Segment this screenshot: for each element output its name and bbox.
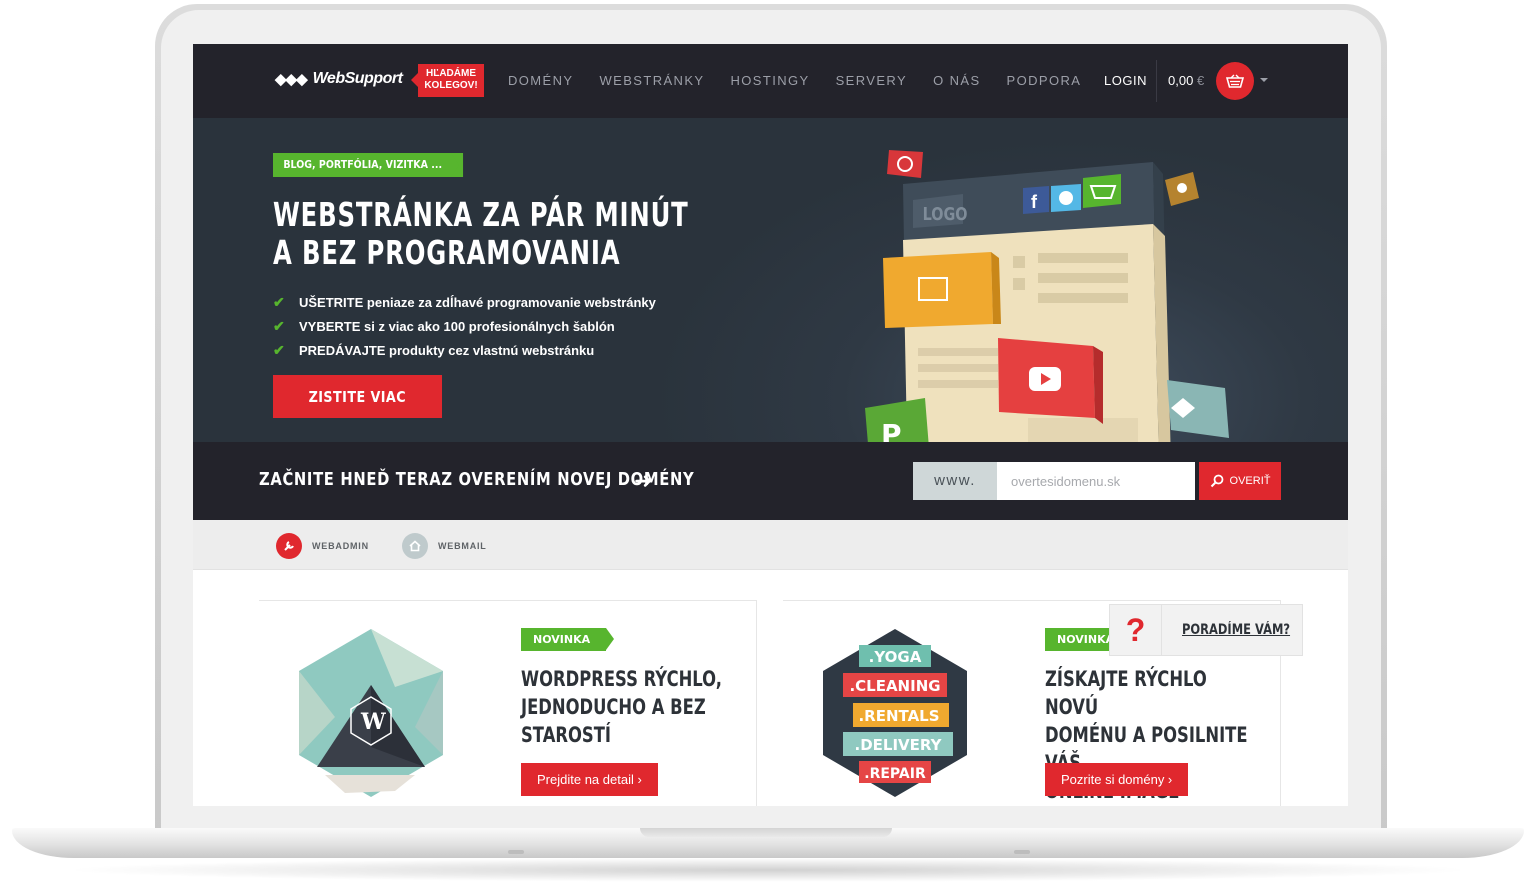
domains-button[interactable]: Pozrite si domény › — [1045, 763, 1189, 796]
twitter-icon — [1059, 191, 1073, 205]
benefit-text: VYBERTE si z viac ako 100 profesionálnyc… — [299, 318, 615, 334]
websupport-logo[interactable]: ◆◆◆ WebSupport — [275, 70, 403, 88]
learn-more-label: ZISTITE VIAC — [308, 387, 407, 406]
laptop-notch — [640, 828, 892, 837]
www-prefix: www. — [913, 462, 1005, 500]
basket-icon — [1226, 74, 1244, 88]
learn-more-button[interactable]: ZISTITE VIAC — [273, 375, 442, 418]
illustration-logo-text: LOGO — [923, 203, 968, 224]
tld-label: .DELIVERY — [855, 736, 943, 754]
wrench-icon — [276, 533, 302, 559]
hiring-badge-line1: HĽADÁME — [426, 68, 476, 79]
laptop-foot — [1014, 850, 1030, 854]
hero-tag-arrow — [451, 153, 459, 177]
question-mark-icon: ? — [1110, 605, 1162, 655]
laptop-foot — [508, 850, 524, 854]
domain-search-cta: ZAČNITE HNEĎ TERAZ OVERENÍM NOVEJ DOMÉNY — [259, 469, 695, 490]
header-divider — [1156, 60, 1157, 102]
wordpress-icon: W — [360, 709, 386, 735]
new-badge: NOVINKA — [521, 628, 615, 651]
nav-podpora[interactable]: PODPORA — [1007, 73, 1082, 88]
tld-label: .YOGA — [869, 648, 922, 666]
nav-o-nas[interactable]: O NÁS — [933, 73, 980, 88]
hero-tag: BLOG, PORTFÓLIA, VIZITKA ... — [273, 153, 463, 177]
webmail-link[interactable]: WEBMAIL — [402, 533, 487, 559]
quick-links-bar: WEBADMIN WEBMAIL — [193, 520, 1348, 570]
domain-tlds-hexagon-illustration: .YOGA .CLEANING .RENTALS .DELIVERY .REPA… — [823, 629, 967, 797]
wordpress-card: W NOVINKA WORDPRESS RÝCHLO, JEDNODUCHO A… — [259, 600, 757, 806]
facebook-icon: f — [1031, 192, 1038, 212]
cart-currency: € — [1196, 73, 1205, 88]
nav-hostingy[interactable]: HOSTINGY — [730, 73, 809, 88]
benefit-item: ✔ UŠETRITE peniaze za zdĺhavé programovan… — [273, 290, 656, 314]
screen: ◆◆◆ WebSupport HĽADÁME KOLEGOV! DOMÉNY W… — [193, 44, 1348, 806]
wordpress-hexagon-illustration: W — [299, 629, 443, 797]
card-title-line: ZÍSKAJTE RÝCHLO NOVÚ — [1045, 667, 1207, 719]
search-icon — [1210, 474, 1223, 488]
benefit-item: ✔ VYBERTE si z viac ako 100 profesionálny… — [273, 314, 656, 338]
logo-text: WebSupport — [312, 70, 403, 87]
top-header: ◆◆◆ WebSupport HĽADÁME KOLEGOV! DOMÉNY W… — [193, 44, 1348, 118]
verify-domain-button[interactable]: OVERIŤ — [1199, 462, 1281, 500]
login-link[interactable]: LOGIN — [1104, 73, 1147, 88]
cart-total: 0,00 € — [1168, 73, 1204, 88]
location-pin-icon — [1177, 183, 1187, 193]
nav-servery[interactable]: SERVERY — [836, 73, 907, 88]
tld-label: .REPAIR — [864, 766, 926, 782]
card-title-line: WORDPRESS RÝCHLO, — [521, 667, 722, 691]
hero-title-line1: WEBSTRÁNKA ZA PÁR MINÚT — [273, 195, 689, 234]
hero-benefits-list: ✔ UŠETRITE peniaze za zdĺhavé programovan… — [273, 290, 656, 362]
benefit-text: UŠETRITE peniaze za zdĺhavé programovani… — [299, 294, 656, 310]
verify-label: OVERIŤ — [1229, 475, 1271, 487]
help-widget[interactable]: ? PORADÍME VÁM? — [1109, 604, 1303, 656]
domain-search-input[interactable] — [997, 462, 1195, 500]
hero-title-line2: A BEZ PROGRAMOVANIA — [273, 233, 621, 272]
cart-dropdown-caret-icon[interactable] — [1260, 78, 1268, 82]
webadmin-link[interactable]: WEBADMIN — [276, 533, 369, 559]
card-title-line: JEDNODUCHO A BEZ — [521, 695, 706, 719]
arrow-right-icon: ➜ — [634, 468, 653, 493]
domain-search-bar: ZAČNITE HNEĎ TERAZ OVERENÍM NOVEJ DOMÉNY… — [193, 442, 1348, 520]
benefit-item: ✔ PREDÁVAJTE produkty cez vlastnú webstrá… — [273, 338, 656, 362]
nav-domeny[interactable]: DOMÉNY — [508, 73, 573, 88]
benefit-text: PREDÁVAJTE produkty cez vlastnú webstrán… — [299, 342, 595, 358]
checkmark-icon: ✔ — [273, 341, 285, 358]
logo-mark-icon: ◆◆◆ — [275, 71, 308, 88]
webmail-label: WEBMAIL — [438, 541, 487, 551]
webadmin-label: WEBADMIN — [312, 541, 369, 551]
hiring-badge-line2: KOLEGOV! — [424, 80, 478, 91]
tld-label: .CLEANING — [849, 677, 940, 695]
cart-button[interactable] — [1216, 62, 1254, 100]
main-nav: DOMÉNY WEBSTRÁNKY HOSTINGY SERVERY O NÁS… — [508, 73, 1107, 88]
card-title-line: STAROSTÍ — [521, 723, 611, 747]
laptop-shadow — [60, 858, 1476, 882]
help-link[interactable]: PORADÍME VÁM? — [1182, 622, 1290, 638]
hiring-badge[interactable]: HĽADÁME KOLEGOV! — [411, 64, 484, 97]
wordpress-detail-button[interactable]: Prejdite na detail › — [521, 763, 658, 796]
checkmark-icon: ✔ — [273, 317, 285, 334]
checkmark-icon: ✔ — [273, 293, 285, 310]
card-title: WORDPRESS RÝCHLO, JEDNODUCHO A BEZ STARO… — [521, 665, 724, 749]
tld-label: .RENTALS — [858, 707, 939, 725]
cart-amount: 0,00 — [1168, 73, 1194, 88]
home-icon — [402, 533, 428, 559]
nav-webstranky[interactable]: WEBSTRÁNKY — [599, 73, 704, 88]
hero-title: WEBSTRÁNKA ZA PÁR MINÚT A BEZ PROGRAMOVA… — [273, 196, 689, 272]
